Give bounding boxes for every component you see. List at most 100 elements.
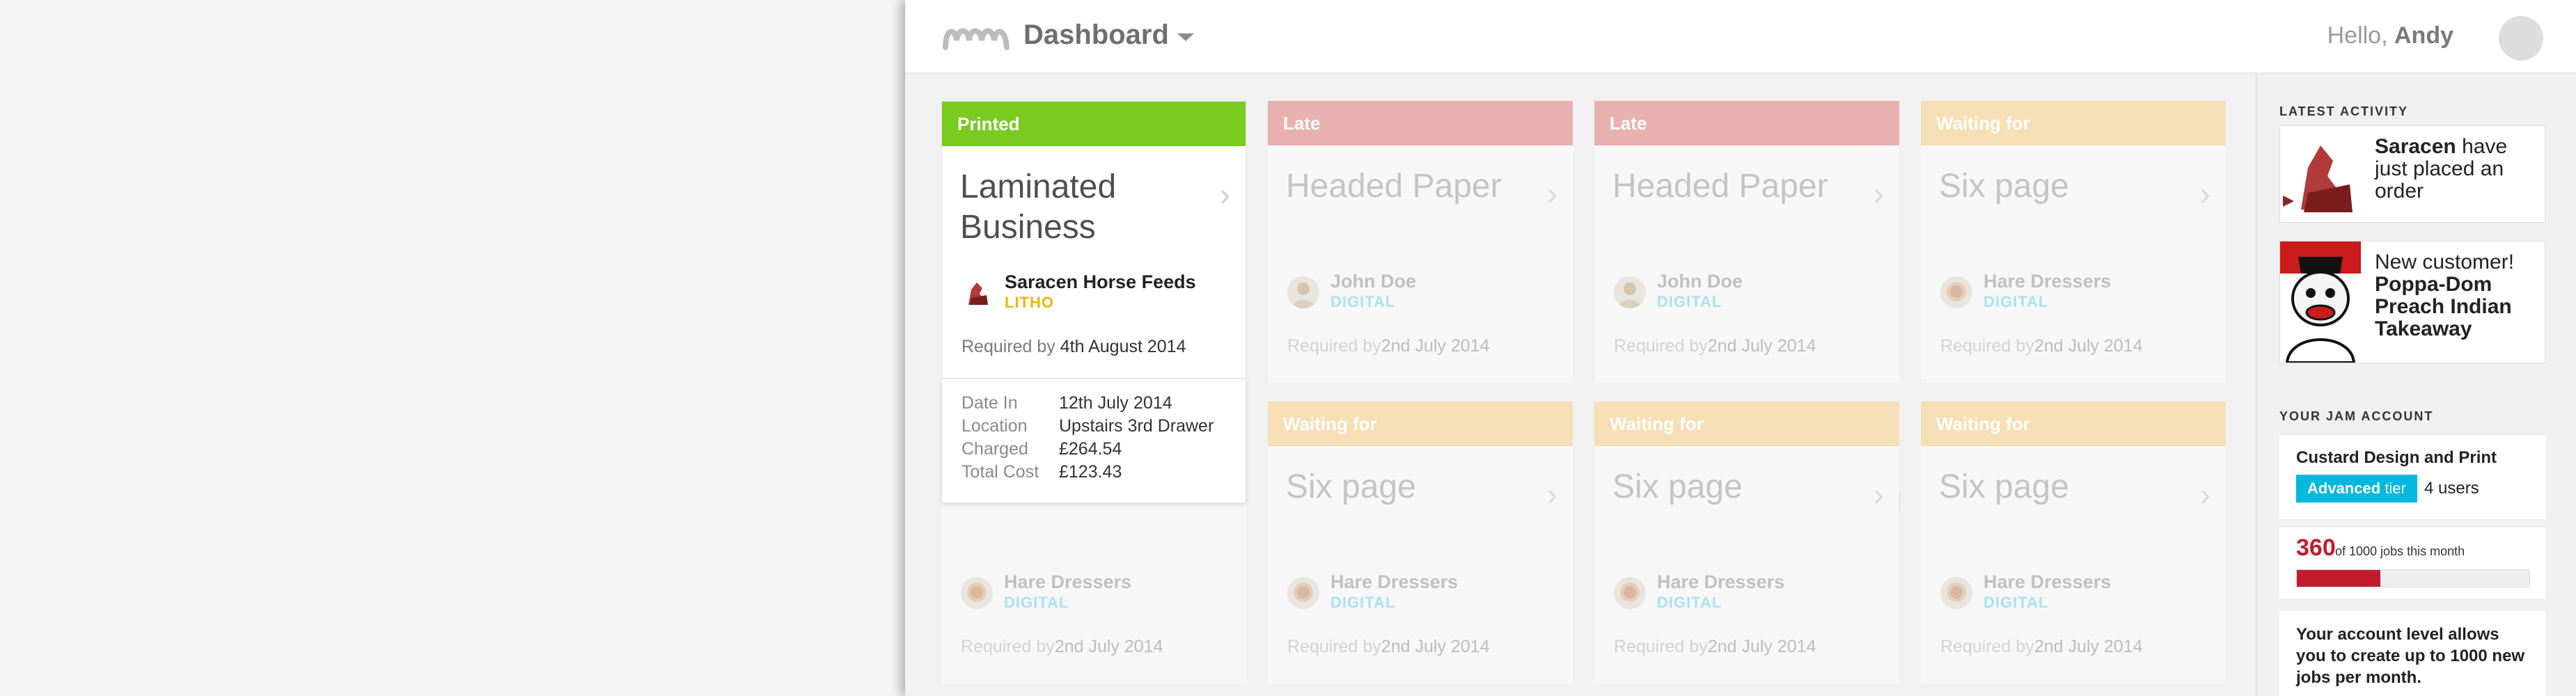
required-by: Required by2nd July 2014: [1940, 336, 2143, 356]
required-label: Required by: [1940, 637, 2034, 656]
detail-value: £123.43: [1059, 462, 1122, 482]
required-label: Required by: [1614, 637, 1708, 656]
chevron-right-icon[interactable]: ›: [1547, 177, 1557, 209]
activity-item[interactable]: New customer! Poppa-Dom Preach Indian Ta…: [2279, 241, 2545, 363]
user-name: Andy: [2394, 22, 2453, 49]
poppa-dom-logo-icon: [2280, 242, 2361, 363]
latest-activity-heading: LATEST ACTIVITY: [2279, 104, 2408, 118]
dashboard-menu[interactable]: Dashboard: [1023, 19, 1194, 51]
job-status-badge: Waiting for: [1921, 101, 2226, 145]
required-date: 2nd July 2014: [2034, 336, 2143, 356]
job-title: Headed Paper: [1286, 168, 1502, 205]
user-greeting: Hello, Andy: [2327, 22, 2453, 49]
app-window: Dashboard Hello, Andy Printed Laminated …: [905, 0, 2576, 696]
job-title: Laminated Business: [960, 167, 1116, 248]
jobs-progress-fill: [2297, 570, 2381, 587]
job-card[interactable]: Waiting for Six page › Hare Dressers DIG…: [1594, 402, 1899, 683]
customer-avatar-icon: [1287, 577, 1319, 609]
required-date: 2nd July 2014: [1054, 637, 1163, 656]
required-date: 2nd July 2014: [2034, 637, 2143, 656]
required-label: Required by: [1287, 336, 1381, 356]
account-heading: YOUR JAM ACCOUNT: [2279, 409, 2434, 423]
job-card[interactable]: Late Headed Paper › John Doe DIGITAL Req…: [1594, 101, 1899, 383]
tier-name: Advanced: [2307, 480, 2381, 497]
detail-label: Location: [961, 416, 1028, 436]
detail-row: Location Upstairs 3rd Drawer: [961, 416, 1214, 436]
job-title: Six page: [1939, 468, 2069, 505]
required-date: 2nd July 2014: [1381, 637, 1490, 656]
job-status-badge: Printed: [942, 102, 1246, 146]
customer-name: Hare Dressers: [1330, 571, 1459, 592]
job-title-line: Business: [960, 209, 1096, 246]
job-type: LITHO: [1005, 294, 1054, 311]
greeting-prefix: Hello,: [2327, 22, 2388, 49]
required-date: 4th August 2014: [1060, 337, 1186, 356]
allowance-text: Your account level allows you to create …: [2296, 625, 2525, 687]
user-avatar-icon[interactable]: [2499, 16, 2543, 61]
job-details-panel: Date In 12th July 2014 Location Upstairs 3…: [941, 378, 1246, 503]
job-card[interactable]: Waiting for Six page › Hare Dressers DIG…: [1921, 402, 2226, 683]
required-by: Required by2nd July 2014: [1940, 637, 2143, 657]
required-by: Required by2nd July 2014: [961, 637, 1163, 657]
required-by: Required by2nd July 2014: [1287, 336, 1490, 356]
job-card[interactable]: Late Headed Paper › John Doe DIGITAL Req…: [1268, 101, 1573, 383]
chevron-right-icon[interactable]: ›: [2200, 177, 2210, 209]
saracen-logo-icon: [961, 277, 994, 309]
required-label: Required by: [961, 637, 1055, 656]
required-by: Required by 4th August 2014: [961, 337, 1186, 357]
job-title: Six page: [1286, 468, 1416, 505]
job-card[interactable]: Waiting for Six page › Hare Dressers DIG…: [1268, 402, 1573, 683]
activity-text: New customer! Poppa-Dom Preach Indian Ta…: [2375, 251, 2539, 340]
chevron-down-icon[interactable]: [1177, 33, 1194, 41]
activity-prefix: New customer!: [2375, 251, 2515, 274]
jobs-usage: 360 of 1000 jobs this month: [2279, 528, 2545, 599]
tier-badge[interactable]: Advanced tier: [2296, 475, 2417, 503]
job-type: DIGITAL: [1330, 293, 1396, 310]
customer-name: John Doe: [1657, 271, 1743, 292]
job-status-badge: Late: [1594, 101, 1899, 145]
activity-item[interactable]: Saracen have just placed an order: [2279, 125, 2545, 223]
job-type: DIGITAL: [1657, 293, 1722, 310]
detail-row: Total Cost £123.43: [961, 462, 1122, 482]
chevron-right-icon[interactable]: ›: [1874, 177, 1884, 209]
customer-avatar-icon: [1287, 276, 1319, 308]
top-bar: Dashboard Hello, Andy: [905, 0, 2576, 74]
detail-value: 12th July 2014: [1059, 393, 1172, 413]
customer-name: Hare Dressers: [1984, 571, 2112, 592]
users-count: 4 users: [2424, 479, 2479, 498]
job-card[interactable]: Printed Laminated Business › Saracen Hor…: [941, 101, 1246, 383]
detail-label: Total Cost: [961, 462, 1039, 482]
customer-avatar-icon: [1940, 577, 1972, 609]
account-name: Custard Design and Print: [2296, 448, 2497, 467]
job-type: DIGITAL: [1657, 594, 1722, 611]
required-date: 2nd July 2014: [1707, 637, 1816, 656]
customer-name: John Doe: [1330, 271, 1417, 292]
customer-name: Saracen Horse Feeds: [1005, 271, 1196, 292]
required-label: Required by: [1940, 336, 2034, 356]
tier-word: tier: [2385, 480, 2406, 497]
required-label: Required by: [1287, 637, 1381, 656]
customer-avatar-icon: [1940, 276, 1972, 308]
account-summary: Custard Design and Print Advanced tier 4…: [2279, 436, 2545, 519]
page-title: Dashboard: [1023, 19, 1169, 50]
job-status-badge: Late: [1268, 101, 1573, 145]
chevron-right-icon[interactable]: ›: [1547, 478, 1557, 510]
customer-avatar-icon: [1614, 276, 1646, 308]
detail-row: Charged £264.54: [961, 439, 1122, 459]
right-sidebar: LATEST ACTIVITY Saracen have just placed…: [2256, 74, 2576, 696]
job-title: Headed Paper: [1612, 168, 1828, 205]
job-status-badge: Waiting for: [1921, 402, 2226, 446]
job-title: Six page: [1939, 168, 2069, 205]
activity-text: Saracen have just placed an order: [2375, 136, 2539, 203]
chevron-right-icon[interactable]: ›: [2200, 478, 2210, 510]
detail-value: £264.54: [1059, 439, 1122, 459]
job-type: DIGITAL: [1984, 594, 2049, 611]
chevron-right-icon[interactable]: ›: [1220, 178, 1230, 210]
chevron-right-icon[interactable]: ›: [1874, 478, 1884, 510]
job-card[interactable]: Waiting for Six page › Hare Dressers DIG…: [1921, 101, 2226, 383]
jam-wave-logo-icon[interactable]: [941, 22, 1011, 53]
job-title: Six page: [1612, 468, 1743, 505]
customer-avatar-icon: [1614, 577, 1646, 609]
job-type: DIGITAL: [1984, 293, 2049, 310]
customer-name: Hare Dressers: [1984, 271, 2112, 292]
